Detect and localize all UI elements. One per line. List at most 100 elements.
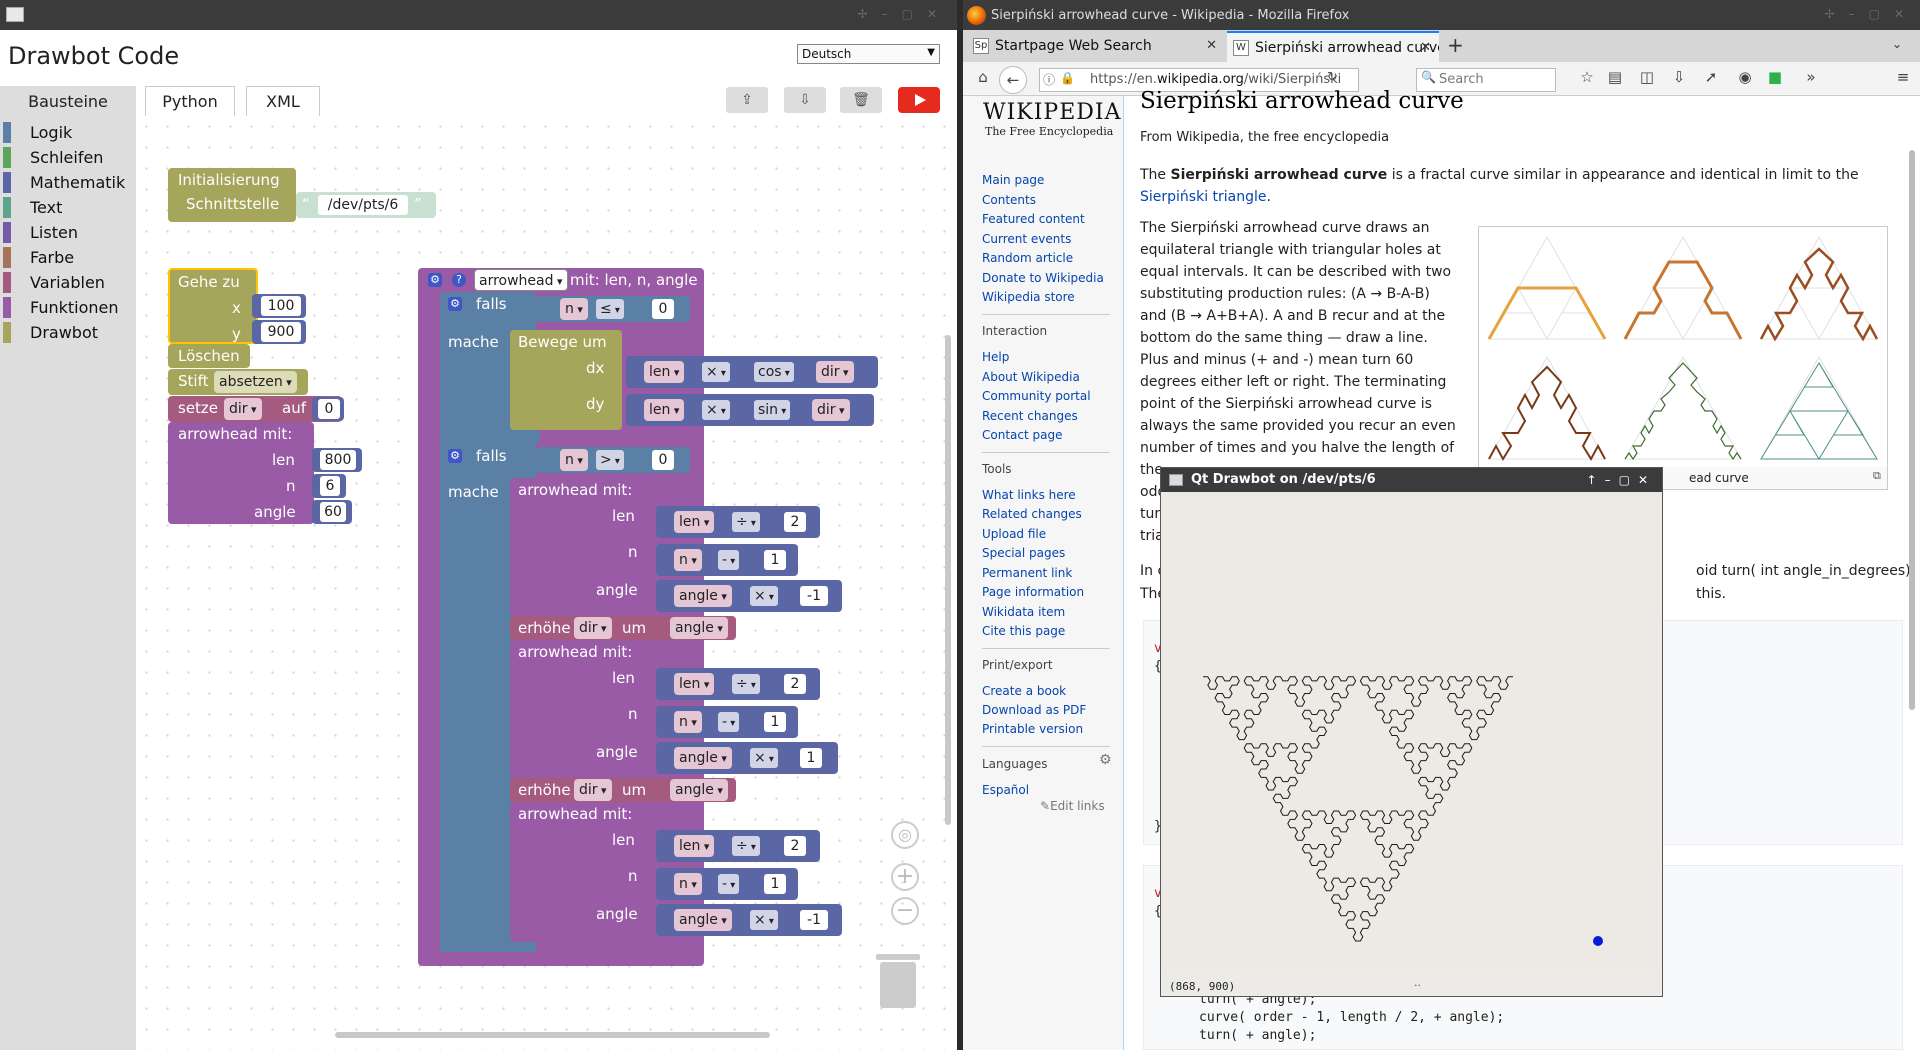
tab-bausteine[interactable]: Bausteine (0, 86, 136, 116)
resize-grip[interactable]: .. (1414, 976, 1421, 989)
new-tab-button[interactable]: + (1447, 33, 1464, 57)
dx-len-var[interactable]: len (644, 361, 685, 383)
sidebar-link-store[interactable]: Wikipedia store (982, 290, 1075, 304)
tab-python[interactable]: Python (145, 86, 235, 116)
workspace-vertical-scrollbar[interactable] (945, 335, 951, 825)
x-number-block[interactable]: 100 (252, 294, 306, 318)
dx-times-op[interactable]: × (702, 362, 730, 382)
len-div-expr-2[interactable]: len ÷ 2 (656, 668, 820, 700)
window-buttons[interactable]: ↑–▢✕ (1587, 468, 1656, 492)
zoom-in-button[interactable]: + (891, 863, 919, 891)
set-number-block[interactable]: 0 (312, 397, 344, 421)
sidebar-link-special[interactable]: Special pages (982, 546, 1065, 560)
gear-icon[interactable]: ⚙ (428, 273, 442, 287)
sidebar-link-wikidata[interactable]: Wikidata item (982, 605, 1065, 619)
dy-expression[interactable]: len × sin dir (626, 394, 874, 426)
n-minus-expr-3[interactable]: n - 1 (656, 868, 798, 900)
cond2-value[interactable]: 0 (652, 450, 674, 470)
language-link-espanol[interactable]: Español (982, 783, 1029, 797)
increment-block-1[interactable]: erhöhe dir um angle (510, 616, 736, 640)
category-farbe[interactable]: Farbe (0, 245, 136, 270)
category-drawbot[interactable]: Drawbot (0, 320, 136, 345)
close-icon[interactable]: ✕ (1420, 33, 1431, 62)
compare-block-1[interactable]: n ≤ 0 (536, 296, 690, 322)
import-button[interactable]: ⇩ (784, 87, 826, 113)
reload-icon[interactable]: ↻ (1327, 70, 1338, 85)
len-div-expr-3[interactable]: len ÷ 2 (656, 830, 820, 862)
tab-startpage[interactable]: Sp Startpage Web Search ✕ (967, 31, 1225, 62)
call-arrowhead-2[interactable]: arrowhead mit: len n angle (510, 640, 656, 778)
category-text[interactable]: Text (0, 195, 136, 220)
sidebar-link-page-info[interactable]: Page information (982, 585, 1084, 599)
call-angle-value[interactable]: 60 (320, 502, 346, 522)
tab-xml[interactable]: XML (246, 86, 320, 116)
sidebar-link-contents[interactable]: Contents (982, 193, 1036, 207)
trash-icon[interactable] (876, 954, 920, 1008)
sidebar-link-help[interactable]: Help (982, 350, 1009, 364)
delete-button[interactable]: 🗑 (840, 87, 882, 113)
export-button[interactable]: ⇪ (726, 87, 768, 113)
pocket-icon[interactable]: ◫ (1635, 68, 1659, 86)
n-minus-expr-1[interactable]: n - 1 (656, 544, 798, 576)
sidebar-link-cite[interactable]: Cite this page (982, 624, 1065, 638)
sierpinski-triangle-link[interactable]: Sierpiński triangle (1140, 189, 1267, 205)
bookmark-star-icon[interactable]: ☆ (1575, 68, 1599, 86)
angle-times-expr-3[interactable]: angle × -1 (656, 904, 842, 936)
cond1-operator[interactable]: ≤ (596, 299, 624, 319)
cos-function[interactable]: cos (754, 362, 794, 382)
send-icon[interactable]: ➚ (1699, 68, 1723, 86)
gear-icon[interactable]: ⚙ (448, 449, 462, 463)
workspace-horizontal-scrollbar[interactable] (335, 1032, 770, 1038)
window-buttons[interactable]: ✢–▢✕ (858, 7, 951, 21)
dy-times-op[interactable]: × (702, 400, 730, 420)
cond1-var[interactable]: n (560, 298, 588, 320)
home-button[interactable]: ⌂ (971, 68, 995, 86)
wikipedia-logo[interactable]: Wikipedia (983, 100, 1122, 125)
goto-block[interactable]: Gehe zu x y (168, 268, 258, 344)
sidebar-link-current-events[interactable]: Current events (982, 232, 1071, 246)
back-button[interactable]: ← (999, 66, 1027, 94)
sidebar-link-featured[interactable]: Featured content (982, 212, 1085, 226)
category-mathematik[interactable]: Mathematik (0, 170, 136, 195)
sidebar-link-main-page[interactable]: Main page (982, 173, 1044, 187)
extension-icon[interactable]: ■ (1763, 68, 1787, 86)
angle-times-expr-2[interactable]: angle × 1 (656, 742, 838, 774)
category-funktionen[interactable]: Funktionen (0, 295, 136, 320)
call-arrowhead-block[interactable]: arrowhead mit: len n angle (168, 422, 314, 524)
dy-len-var[interactable]: len (644, 399, 685, 421)
init-block[interactable]: Initialisierung Schnittstelle (168, 168, 296, 222)
info-icon[interactable]: ⓘ (1043, 71, 1055, 88)
increment-block-2[interactable]: erhöhe dir um angle (510, 778, 736, 802)
drawing-canvas[interactable] (1161, 492, 1662, 972)
language-select[interactable]: Deutsch ▼ (797, 44, 940, 64)
window-buttons[interactable]: ✢–▢✕ (1825, 7, 1918, 21)
menu-icon[interactable]: ≡ (1891, 68, 1915, 86)
download-icon[interactable]: ⇩ (1667, 68, 1691, 86)
category-variablen[interactable]: Variablen (0, 270, 136, 295)
len-number-block[interactable]: 800 (312, 448, 362, 472)
recenter-button[interactable]: ◎ (891, 821, 919, 849)
category-listen[interactable]: Listen (0, 220, 136, 245)
category-logik[interactable]: Logik (0, 120, 136, 145)
gear-icon[interactable]: ⚙ (1099, 752, 1112, 768)
dx-dir-var[interactable]: dir (816, 361, 854, 383)
zoom-out-button[interactable]: − (891, 897, 919, 925)
pen-block[interactable]: Stift absetzen (168, 369, 308, 395)
tab-list-button[interactable]: ⌄ (1892, 37, 1902, 51)
sidebar-link-contact[interactable]: Contact page (982, 428, 1062, 442)
run-button[interactable] (898, 87, 940, 113)
call-arrowhead-3[interactable]: arrowhead mit: len n angle (510, 802, 656, 942)
edit-links[interactable]: ✎Edit links (1040, 799, 1105, 813)
compare-block-2[interactable]: n > 0 (536, 447, 690, 473)
sidebar-link-recent-changes[interactable]: Recent changes (982, 409, 1078, 423)
sidebar-link-about[interactable]: About Wikipedia (982, 370, 1080, 384)
tab-wikipedia[interactable]: W Sierpiński arrowhead curve... ✕ (1227, 31, 1439, 62)
move-block[interactable]: Bewege um dx dy (510, 330, 622, 430)
sidebar-link-random[interactable]: Random article (982, 251, 1073, 265)
sidebar-link-donate[interactable]: Donate to Wikipedia (982, 271, 1104, 285)
page-scrollbar[interactable] (1909, 150, 1915, 710)
gear-icon[interactable]: ⚙ (448, 297, 462, 311)
text-block[interactable]: “ /dev/pts/6 ” (296, 192, 436, 218)
dx-expression[interactable]: len × cos dir (626, 356, 878, 388)
set-value[interactable]: 0 (318, 399, 340, 419)
